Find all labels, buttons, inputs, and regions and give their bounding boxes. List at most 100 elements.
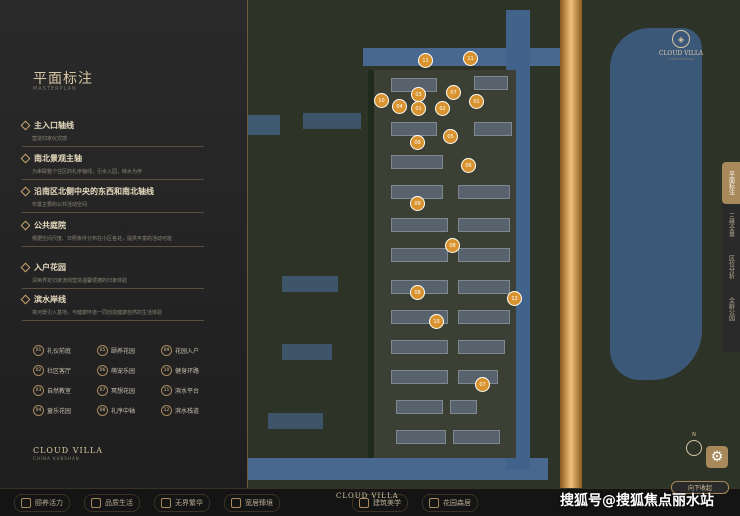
building	[458, 310, 510, 324]
diamond-icon	[20, 153, 31, 164]
legend-item: 01 礼仪前庭	[33, 345, 97, 356]
nav-item[interactable]: 颐养活力	[14, 493, 70, 512]
map-marker[interactable]: 12	[507, 291, 522, 306]
north-compass: N	[684, 432, 704, 460]
map-marker[interactable]: 10	[374, 93, 389, 108]
bottom-brand: CLOUD VILLA	[336, 492, 399, 500]
section-title: 入户花园	[34, 263, 66, 272]
section-desc: 清晰界定归家流线营造温馨便捷的归家体验	[32, 278, 128, 284]
map-marker[interactable]: 01	[469, 94, 484, 109]
legend-item: 05 颐养花园	[97, 345, 161, 356]
map-marker[interactable]: 09	[410, 196, 425, 211]
section-desc: 根据空间尺度、日照条件分布在小区各处，提供丰富的活动可能	[32, 236, 173, 242]
diamond-icon	[20, 120, 31, 131]
section-title: 公共庭院	[34, 221, 66, 230]
divider	[22, 146, 204, 147]
section-title: 滨水岸线	[34, 295, 66, 304]
legend-item: 10 健身环路	[161, 365, 221, 376]
map-marker[interactable]: 01	[411, 101, 426, 116]
map-marker[interactable]: 08	[445, 238, 460, 253]
nav-icon	[161, 497, 171, 508]
section-landscape-axis[interactable]: 南北景观主轴 为串联整个住区的礼序轴线，引水入园，映水为序	[20, 153, 204, 180]
section-desc: 为串联整个住区的礼序轴线，引水入园，映水为序	[32, 169, 143, 175]
nav-item[interactable]: 花园森居	[422, 493, 478, 512]
nav-item[interactable]: 宽居臻境	[224, 493, 280, 512]
building-blur	[282, 276, 338, 292]
building	[450, 400, 477, 414]
diamond-icon	[20, 294, 31, 305]
building	[474, 122, 512, 136]
nav-item[interactable]: 品质生活	[84, 493, 140, 512]
building	[396, 430, 446, 444]
legend: 01 礼仪前庭 05 颐养花园 09 花园入户 02 社区客厅 06 萌宠乐园 10 健身环…	[33, 345, 213, 416]
north-label: N	[692, 432, 696, 438]
annotation-panel: 平面标注 MASTERPLAN 主入口轴线 营造归家仪式感 南北景观主轴 为串联…	[0, 0, 248, 488]
building	[391, 122, 437, 136]
map-marker[interactable]: 03	[411, 87, 426, 102]
map-marker[interactable]: 08	[410, 285, 425, 300]
building-blur	[303, 113, 361, 129]
section-main-entrance[interactable]: 主入口轴线 营造归家仪式感	[20, 120, 204, 147]
map-marker[interactable]: 10	[429, 314, 444, 329]
section-public-courtyard[interactable]: 公共庭院 根据空间尺度、日照条件分布在小区各处，提供丰富的活动可能	[20, 220, 204, 247]
legend-item: 12 滨水栈道	[161, 405, 221, 416]
map-marker[interactable]: 07	[446, 85, 461, 100]
panel-subtitle: MASTERPLAN	[33, 86, 77, 92]
divider	[22, 179, 204, 180]
building	[453, 430, 500, 444]
section-desc: 布置主要的公共活动空间	[32, 202, 88, 208]
map-marker[interactable]: 11	[463, 51, 478, 66]
nav-icon	[429, 497, 439, 508]
section-central-axis[interactable]: 沿南区北侧中央的东西和南北轴线 布置主要的公共活动空间	[20, 186, 204, 213]
map-marker[interactable]: 04	[392, 99, 407, 114]
section-title: 沿南区北侧中央的东西和南北轴线	[34, 187, 154, 196]
legend-item: 09 花园入户	[161, 345, 221, 356]
divider	[22, 288, 204, 289]
road	[560, 0, 582, 488]
legend-item: 07 冥想花园	[97, 385, 161, 396]
legend-item: 08 礼序中轴	[97, 405, 161, 416]
map-marker[interactable]: 07	[475, 377, 490, 392]
building	[391, 370, 448, 384]
map-marker[interactable]: 02	[435, 101, 450, 116]
map-marker[interactable]: 11	[418, 53, 433, 68]
tab-plan-annotation[interactable]: 平面标注	[722, 162, 740, 204]
building	[458, 218, 510, 232]
building	[391, 340, 448, 354]
section-desc: 将河景引入基地，与健康环道一同创造健康自然的生活体验	[32, 310, 163, 316]
brand-logo: CLOUD VILLA CHINA KUNSHAN	[33, 446, 104, 461]
tab-location[interactable]: 区位分析	[722, 246, 740, 288]
building	[391, 248, 448, 262]
tree-band	[368, 70, 374, 458]
building	[458, 248, 510, 262]
section-entry-garden[interactable]: 入户花园 清晰界定归家流线营造温馨便捷的归家体验	[20, 262, 204, 289]
section-title: 南北景观主轴	[34, 154, 82, 163]
map-marker[interactable]: 06	[461, 158, 476, 173]
building	[458, 185, 510, 199]
brand-logo: ◈ CLOUD VILLA CHINA KUNSHAN	[656, 30, 706, 61]
panel-title: 平面标注	[33, 71, 93, 87]
view-tabs: 平面标注 三维全景 区位分析 全龄公园	[722, 162, 740, 352]
watermark: 搜狐号@搜狐焦点丽水站	[560, 493, 714, 509]
legend-item: 04 童乐花园	[33, 405, 97, 416]
diamond-icon	[20, 186, 31, 197]
tab-park[interactable]: 全龄公园	[722, 288, 740, 330]
map-marker[interactable]: 05	[443, 129, 458, 144]
river	[248, 115, 280, 135]
nav-item[interactable]: 无界繁华	[154, 493, 210, 512]
divider	[22, 212, 204, 213]
tab-3d-panorama[interactable]: 三维全景	[722, 204, 740, 246]
compass-icon	[686, 440, 702, 456]
legend-item: 06 萌宠乐园	[97, 365, 161, 376]
divider	[22, 320, 204, 321]
gear-icon: ⚙	[710, 449, 724, 465]
legend-item: 02 社区客厅	[33, 365, 97, 376]
site-plan-map[interactable]: 11 11 10 04 03 07 01 02 01 05 09 06 09 0…	[248, 0, 740, 488]
building	[458, 280, 510, 294]
diamond-icon	[20, 220, 31, 231]
building	[458, 340, 505, 354]
building-blur	[282, 344, 332, 360]
section-waterfront[interactable]: 滨水岸线 将河景引入基地，与健康环道一同创造健康自然的生活体验	[20, 294, 204, 321]
settings-button[interactable]: ⚙	[706, 446, 728, 468]
map-marker[interactable]: 09	[410, 135, 425, 150]
